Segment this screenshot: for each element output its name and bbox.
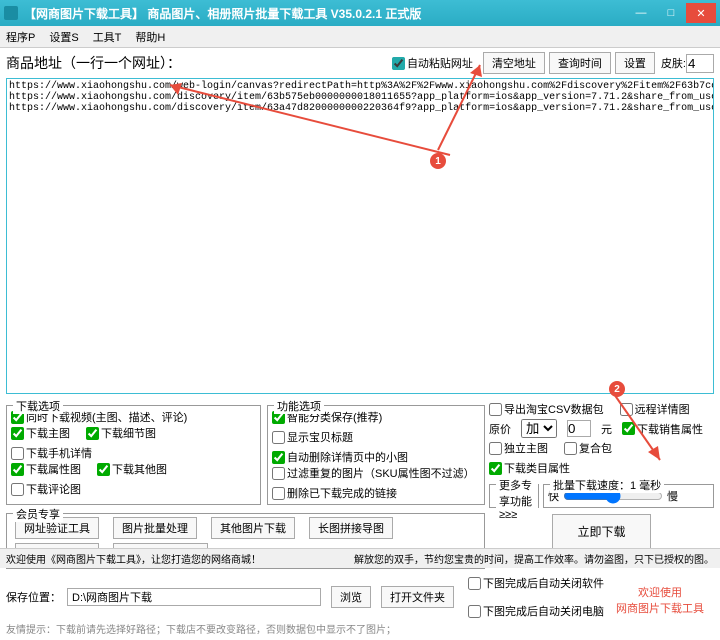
cat-prop-checkbox[interactable] <box>489 462 502 475</box>
browse-button[interactable]: 浏览 <box>331 586 371 608</box>
settings-button[interactable]: 设置 <box>615 52 655 74</box>
address-label: 商品地址（一行一个网址）： <box>6 53 181 73</box>
member-title: 会员专享 <box>13 506 63 522</box>
menu-settings[interactable]: 设置S <box>49 29 78 45</box>
other-download-button[interactable]: 其他图片下载 <box>211 517 295 539</box>
menu-program[interactable]: 程序P <box>6 29 35 45</box>
price-value-input[interactable] <box>567 420 591 437</box>
function-options-title: 功能选项 <box>274 398 324 414</box>
mobile-detail-checkbox[interactable] <box>11 447 24 460</box>
props-checkbox[interactable] <box>11 463 24 476</box>
menu-help[interactable]: 帮助H <box>135 29 165 45</box>
auto-close-pc-checkbox[interactable] <box>468 605 481 618</box>
auto-close-soft-checkbox[interactable] <box>468 577 481 590</box>
maximize-button[interactable]: □ <box>656 3 686 23</box>
auto-del-junk-checkbox[interactable] <box>272 451 285 464</box>
hint-text: 友情提示：下载前请先选择好路径；下载店不要改变路径，否则数据包中显示不了图片； <box>6 621 714 636</box>
save-path-input[interactable] <box>67 588 321 606</box>
save-label: 保存位置： <box>6 589 61 605</box>
annotation-2: 2 <box>609 381 625 397</box>
clear-address-button[interactable]: 清空地址 <box>483 52 545 74</box>
query-time-button[interactable]: 查询时间 <box>549 52 611 74</box>
more-title: 更多专享功能≥≥≥ <box>496 477 538 521</box>
url-textarea[interactable]: https://www.xiaohongshu.com/web-login/ca… <box>6 78 714 394</box>
detail-img-checkbox[interactable] <box>86 427 99 440</box>
skin-select[interactable] <box>686 54 714 73</box>
annotation-1: 1 <box>430 153 446 169</box>
status-left: 欢迎使用《网商图片下载工具》，让您打造您的网络商城！ <box>6 551 261 566</box>
status-right: 解放您的双手，节约您宝贵的时间，提高工作效率。请勿盗图，只下已授权的图。 <box>354 551 714 566</box>
long-img-button[interactable]: 长图拼接导图 <box>309 517 393 539</box>
speed-title: 批量下载速度：1 毫秒 <box>550 477 664 493</box>
close-button[interactable]: ✕ <box>686 3 716 23</box>
price-op-select[interactable]: 加 <box>521 419 557 438</box>
open-folder-button[interactable]: 打开文件夹 <box>381 586 454 608</box>
sale-prop-checkbox[interactable] <box>622 422 635 435</box>
welcome-line2: 网商图片下载工具 <box>616 600 704 616</box>
window-title: 【网商图片下载工具】 商品图片、相册照片批量下载工具 V35.0.2.1 正式版 <box>24 5 626 22</box>
del-done-links-checkbox[interactable] <box>272 487 285 500</box>
main-img-checkbox[interactable] <box>11 427 24 440</box>
review-checkbox[interactable] <box>11 483 24 496</box>
indep-main-checkbox[interactable] <box>489 442 502 455</box>
download-now-button[interactable]: 立即下载 <box>552 514 650 549</box>
app-icon <box>4 6 18 20</box>
other-checkbox[interactable] <box>97 463 110 476</box>
remote-detail-checkbox[interactable] <box>620 403 633 416</box>
taobao-title-checkbox[interactable] <box>272 431 285 444</box>
welcome-line1: 欢迎使用 <box>616 584 704 600</box>
auto-paste-checkbox[interactable] <box>392 57 405 70</box>
filter-dup-checkbox[interactable] <box>272 467 285 480</box>
menu-tools[interactable]: 工具T <box>93 29 122 45</box>
composite-checkbox[interactable] <box>564 442 577 455</box>
minimize-button[interactable]: — <box>626 3 656 23</box>
download-options-title: 下载选项 <box>13 398 63 414</box>
export-csv-checkbox[interactable] <box>489 403 502 416</box>
batch-process-button[interactable]: 图片批量处理 <box>113 517 197 539</box>
skin-label: 皮肤: <box>661 55 686 71</box>
